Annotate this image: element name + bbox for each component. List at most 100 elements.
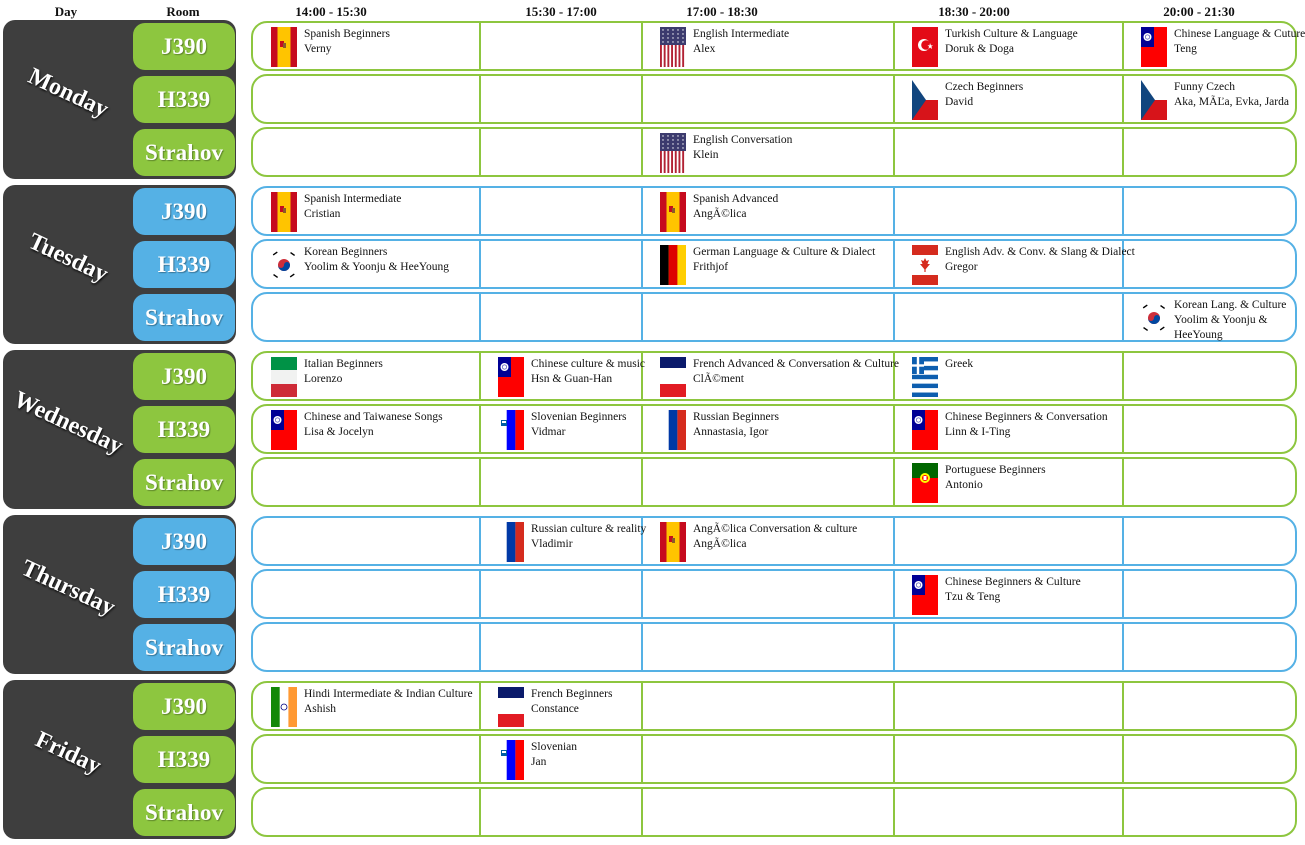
course-entry[interactable]: Slovenian Beginners Vidmar <box>478 404 640 454</box>
course-entry[interactable]: Italian Beginners Lorenzo <box>251 351 478 401</box>
course-title: English Conversation <box>693 134 793 146</box>
course-title: German Language & Culture & Dialect <box>693 246 876 258</box>
day-label: Wednesday <box>9 386 127 460</box>
course-entry[interactable]: German Language & Culture & Dialect Frith… <box>640 239 892 289</box>
slot-divider <box>479 624 481 670</box>
schedule-row <box>251 787 1297 837</box>
france-flag-icon <box>660 357 686 397</box>
turkey-flag-icon <box>912 27 938 67</box>
course-teacher: Yoolim & Yoonju & HeeYoung <box>304 261 449 273</box>
germany-flag-icon <box>660 245 686 285</box>
course-teacher: Aka, MÃĽa, Evka, Jarda <box>1174 96 1289 108</box>
russia-flag-icon <box>660 410 686 450</box>
taiwan-flag-icon <box>912 410 938 450</box>
course-entry[interactable]: Turkish Culture & Language Doruk & Doga <box>892 21 1121 71</box>
slot-divider <box>893 188 895 234</box>
room-label: Strahov <box>133 459 235 506</box>
course-entry[interactable]: French Advanced & Conversation & Culture… <box>640 351 899 401</box>
time-slot-header: 14:00 - 15:30 <box>295 4 367 19</box>
slot-divider <box>479 241 481 287</box>
schedule-row <box>251 457 1297 507</box>
course-entry[interactable]: Chinese Beginners & Conversation Linn & I… <box>892 404 1121 454</box>
slot-divider <box>1122 624 1124 670</box>
course-entry[interactable]: English Intermediate Alex <box>640 21 892 71</box>
slot-divider <box>641 683 643 729</box>
course-teacher: Hsn & Guan-Han <box>531 373 613 385</box>
room-label: H339 <box>133 241 235 288</box>
course-title: Italian Beginners <box>304 358 383 370</box>
slot-divider <box>1122 571 1124 617</box>
course-entry[interactable]: Czech Beginners David <box>892 74 1121 124</box>
course-title: Korean Lang. & Culture <box>1174 299 1287 311</box>
course-title: English Adv. & Conv. & Slang & Dialect <box>945 246 1135 258</box>
slot-divider <box>479 294 481 340</box>
course-entry[interactable]: Russian culture & reality Vladimir <box>478 516 646 566</box>
course-entry[interactable]: Chinese and Taiwanese Songs Lisa & Jocely… <box>251 404 478 454</box>
india-flag-icon <box>271 687 297 727</box>
slovenia-flag-icon <box>498 740 524 780</box>
course-entry[interactable]: Spanish Advanced AngÃ©lica <box>640 186 892 236</box>
course-teacher: Alex <box>693 43 716 55</box>
course-entry[interactable]: Chinese culture & music Hsn & Guan-Han <box>478 351 645 401</box>
course-title: Russian culture & reality <box>531 523 647 535</box>
schedule-row <box>251 569 1297 619</box>
czech-flag-icon <box>912 80 938 120</box>
course-title: AngÃ©lica Conversation & culture <box>693 523 858 535</box>
course-entry[interactable]: Korean Beginners Yoolim & Yoonju & HeeYou… <box>251 239 478 289</box>
day-block-friday: Friday J390 H339 Strahov <box>3 680 236 839</box>
slot-divider <box>893 736 895 782</box>
course-entry[interactable]: Spanish Intermediate Cristian <box>251 186 478 236</box>
course-entry[interactable]: Chinese Language & Cuture Teng <box>1121 21 1305 71</box>
course-title: Czech Beginners <box>945 81 1024 93</box>
course-teacher: Constance <box>531 703 579 715</box>
slot-divider <box>479 129 481 175</box>
slot-divider <box>641 736 643 782</box>
schedule-row <box>251 734 1297 784</box>
usa-flag-icon <box>660 133 686 173</box>
course-title: Chinese and Taiwanese Songs <box>304 411 443 423</box>
usa-flag-icon <box>660 27 686 67</box>
slot-divider <box>641 624 643 670</box>
course-entry[interactable]: English Conversation Klein <box>640 127 892 177</box>
course-title: Portuguese Beginners <box>945 464 1046 476</box>
room-label: H339 <box>133 571 235 618</box>
course-entry[interactable]: Slovenian Jan <box>478 734 640 784</box>
course-teacher: ClÃ©ment <box>693 373 744 385</box>
course-teacher: Doruk & Doga <box>945 43 1014 55</box>
czech-flag-icon <box>1141 80 1167 120</box>
slot-divider <box>479 76 481 122</box>
course-entry[interactable]: Portuguese Beginners Antonio <box>892 457 1121 507</box>
course-entry[interactable]: French Beginners Constance <box>478 681 640 731</box>
course-title: Korean Beginners <box>304 246 388 258</box>
day-block-wednesday: Wednesday J390 H339 Strahov <box>3 350 236 509</box>
course-title: Spanish Intermediate <box>304 193 402 205</box>
course-entry[interactable]: AngÃ©lica Conversation & culture AngÃ©lic… <box>640 516 892 566</box>
course-teacher: Verny <box>304 43 332 55</box>
slot-divider <box>641 789 643 835</box>
room-label: J390 <box>133 23 235 70</box>
taiwan-flag-icon <box>498 357 524 397</box>
course-entry[interactable]: Hindi Intermediate & Indian Culture Ashis… <box>251 681 478 731</box>
spain-flag-icon <box>660 192 686 232</box>
course-entry[interactable]: Chinese Beginners & Culture Tzu & Teng <box>892 569 1121 619</box>
course-teacher: Antonio <box>945 479 983 491</box>
course-title: English Intermediate <box>693 28 790 40</box>
russia-flag-icon <box>498 522 524 562</box>
course-entry[interactable]: Korean Lang. & Culture Yoolim & Yoonju & … <box>1121 292 1297 342</box>
course-entry[interactable]: Greek <box>892 351 1121 401</box>
spain-flag-icon <box>271 192 297 232</box>
course-entry[interactable]: Spanish Beginners Verny <box>251 21 478 71</box>
day-block-tuesday: Tuesday J390 H339 Strahov <box>3 185 236 344</box>
course-title: Spanish Beginners <box>304 28 390 40</box>
slot-divider <box>641 459 643 505</box>
course-entry[interactable]: English Adv. & Conv. & Slang & Dialect Gr… <box>892 239 1135 289</box>
course-entry[interactable]: Funny Czech Aka, MÃĽa, Evka, Jarda <box>1121 74 1297 124</box>
room-label: J390 <box>133 518 235 565</box>
course-title: Turkish Culture & Language <box>945 28 1078 40</box>
room-label: H339 <box>133 76 235 123</box>
course-entry[interactable]: Russian Beginners Annastasia, Igor <box>640 404 892 454</box>
slot-divider <box>893 129 895 175</box>
slot-divider <box>1122 789 1124 835</box>
course-teacher: Teng <box>1174 43 1197 55</box>
slot-divider <box>893 518 895 564</box>
